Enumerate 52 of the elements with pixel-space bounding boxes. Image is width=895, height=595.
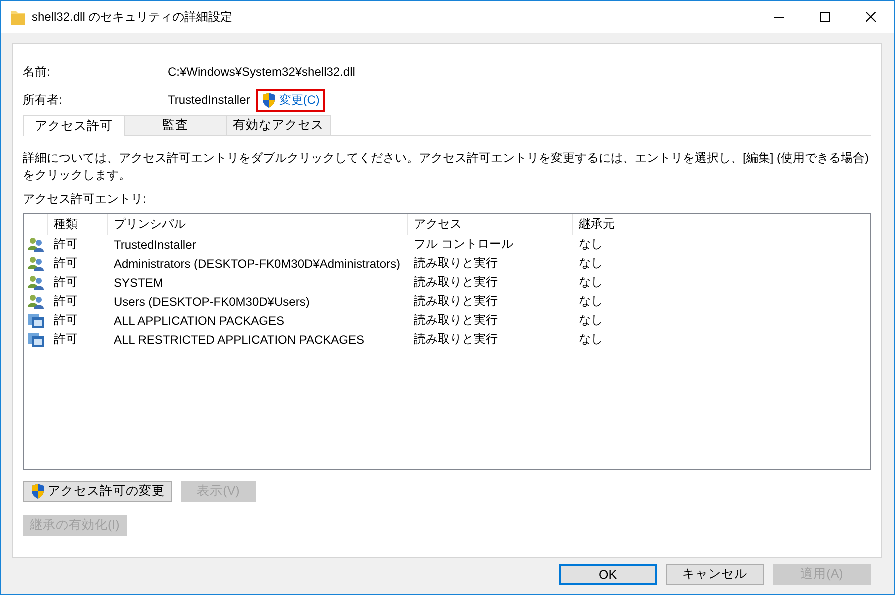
table-cell-text: 読み取りと実行	[413, 312, 499, 329]
shield-icon	[261, 92, 278, 108]
field-value: TrustedInstaller	[168, 93, 250, 107]
table-cell-text: なし	[578, 255, 604, 272]
field-value: C:¥Windows¥System32¥shell32.dll	[168, 65, 356, 79]
table-cell-text: なし	[578, 331, 604, 348]
table-cell-text: 許可	[53, 236, 79, 253]
action-button[interactable]: アクセス許可の変更	[23, 481, 172, 502]
table-cell-text: 読み取りと実行	[413, 255, 499, 272]
list-label: アクセス許可エントリ:	[23, 191, 148, 208]
table-cell-text: ALL APPLICATION PACKAGES	[113, 314, 286, 328]
column-header[interactable]: 継承元	[573, 214, 873, 235]
change-link[interactable]: 変更(C)	[256, 88, 325, 112]
column-header[interactable]: プリンシパル	[108, 214, 408, 235]
tab[interactable]: アクセス許可	[23, 115, 125, 136]
table-cell-text: なし	[578, 312, 604, 329]
tab[interactable]: 監査	[124, 115, 227, 135]
users-icon	[28, 274, 44, 290]
dialog-button[interactable]: キャンセル	[666, 564, 764, 585]
table-cell-text: なし	[578, 293, 604, 310]
table-cell-text: 読み取りと実行	[413, 293, 499, 310]
close-icon	[866, 12, 876, 22]
package-icon	[28, 332, 44, 348]
table-cell-text: TrustedInstaller	[113, 238, 198, 252]
maximize-icon	[820, 12, 830, 22]
table-cell-text: 許可	[53, 255, 79, 272]
table-cell-text: 許可	[53, 274, 79, 291]
table-cell-text: 許可	[53, 312, 79, 329]
table-cell-text: ALL RESTRICTED APPLICATION PACKAGES	[113, 332, 366, 346]
field-label: 所有者:	[23, 92, 64, 108]
table-cell-text: Users (DESKTOP-FK0M30D¥Users)	[113, 294, 311, 308]
table-cell-text: なし	[578, 236, 604, 253]
table-cell-text: 許可	[53, 293, 79, 310]
table-cell-text: 許可	[53, 331, 79, 348]
table-cell-text: フル コントロール	[413, 236, 514, 253]
users-icon	[28, 294, 44, 310]
table-cell-text: 読み取りと実行	[413, 331, 499, 348]
users-icon	[28, 236, 44, 252]
tab[interactable]: 有効なアクセス	[226, 115, 331, 135]
dialog-button[interactable]: OK	[559, 564, 657, 585]
table-cell-text: なし	[578, 274, 604, 291]
package-icon	[28, 312, 44, 328]
description-text: 詳細については、アクセス許可エントリをダブルクリックしてください。アクセス許可エントリを変更するには、エントリを選択し、[編集] (使用できる場合) をクリックします。	[23, 150, 870, 184]
table-cell-text: Administrators (DESKTOP-FK0M30D¥Administrators)	[113, 256, 402, 270]
table-cell-text: 読み取りと実行	[413, 274, 499, 291]
field-label: 名前:	[23, 64, 52, 80]
users-icon	[28, 256, 44, 272]
table-cell-text: SYSTEM	[113, 276, 164, 290]
window-title: shell32.dll のセキュリティの詳細設定	[32, 8, 234, 26]
folder-icon	[10, 8, 26, 26]
column-header[interactable]: 種類	[48, 214, 108, 235]
column-header[interactable]: アクセス	[408, 214, 573, 235]
